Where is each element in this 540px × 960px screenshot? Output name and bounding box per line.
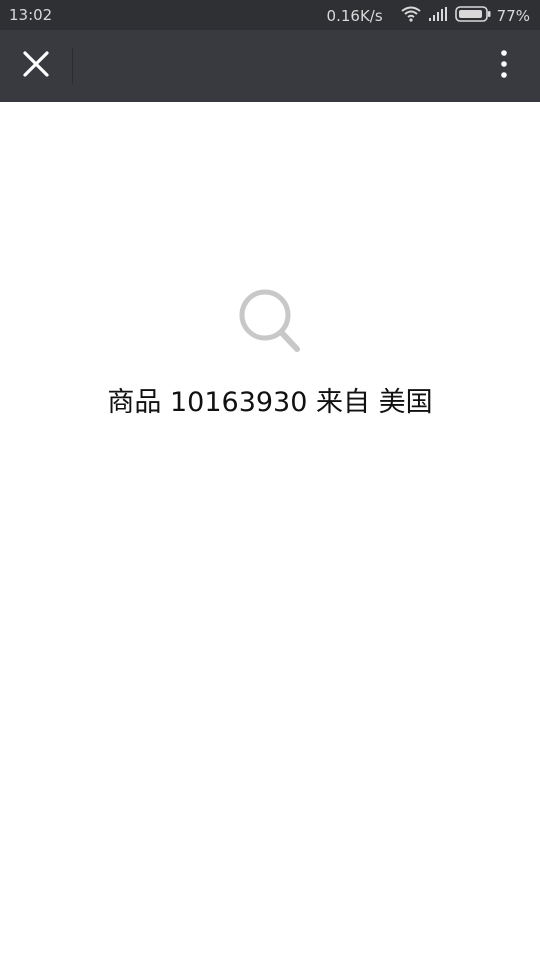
title-divider xyxy=(72,48,73,84)
search-icon xyxy=(238,288,302,354)
wifi-icon xyxy=(401,6,421,26)
close-button[interactable] xyxy=(12,42,60,90)
signal-icon xyxy=(428,7,447,25)
status-bar: 13:02 0.16K/s 77% xyxy=(0,0,540,30)
network-speed: 0.16K/s xyxy=(326,7,383,25)
title-bar xyxy=(0,30,540,102)
battery-icon xyxy=(454,6,491,26)
status-time: 13:02 xyxy=(9,6,53,24)
close-icon xyxy=(22,50,50,82)
battery-percent: 77% xyxy=(496,7,530,25)
result-message: 商品 10163930 来自 美国 xyxy=(107,387,433,418)
status-indicators: 0.16K/s 77% xyxy=(327,6,530,26)
more-options-button[interactable] xyxy=(480,42,528,90)
main-content: 商品 10163930 来自 美国 xyxy=(0,102,540,960)
more-vertical-icon xyxy=(500,49,508,83)
